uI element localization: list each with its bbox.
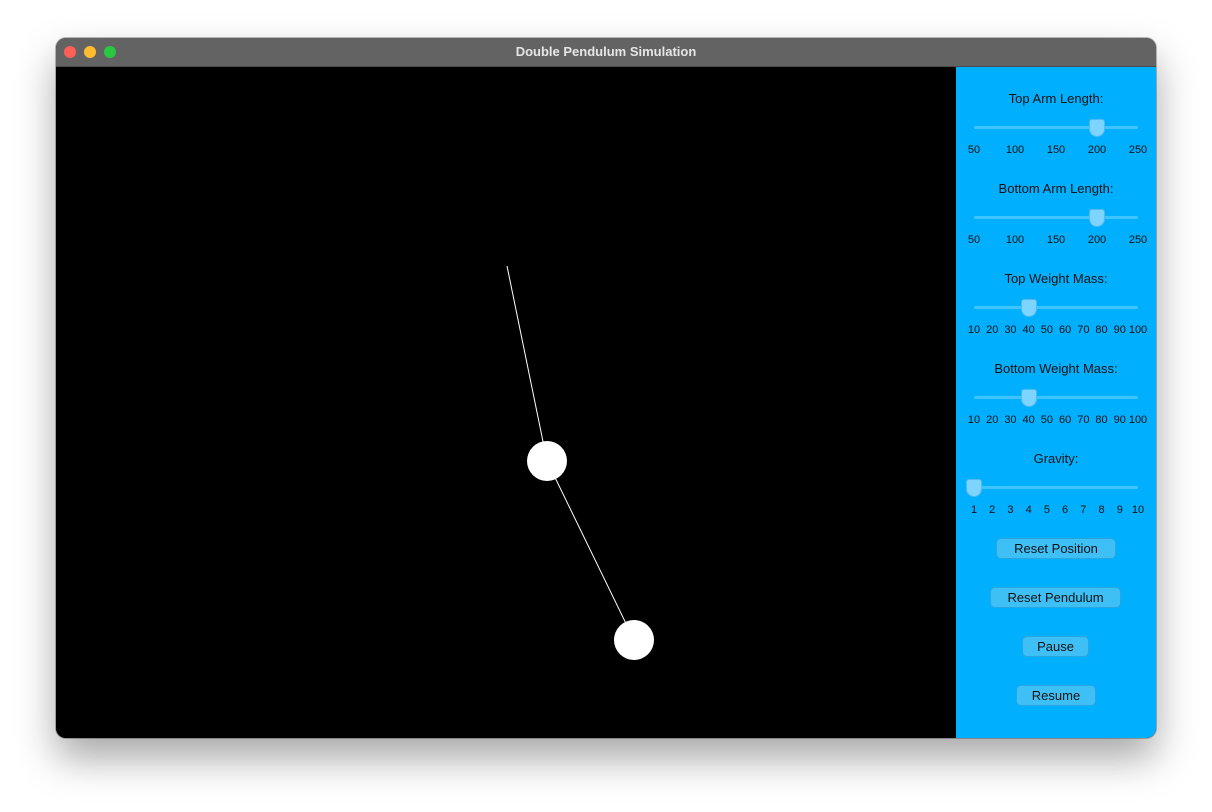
- gravity-tick-label: 2: [989, 504, 996, 516]
- gravity-tick-label: 10: [1131, 504, 1145, 516]
- top-arm-length-tick-label: 250: [1128, 144, 1148, 156]
- gravity-tick-label: 3: [1007, 504, 1014, 516]
- top-weight-mass-label: Top Weight Mass:: [1004, 271, 1108, 286]
- bottom-arm-length-slider[interactable]: [974, 216, 1138, 219]
- bottom-weight-mass-slider-thumb[interactable]: [1020, 389, 1037, 407]
- bottom-weight-mass-tick-label: 50: [1040, 414, 1053, 426]
- control-panel: Top Arm Length: 50 100 150 200 250 Bottom Arm …: [956, 67, 1156, 738]
- gravity-slider-thumb[interactable]: [966, 479, 982, 497]
- title-bar: Double Pendulum Simulation: [56, 38, 1156, 67]
- bottom-arm-length-tick-label: 150: [1046, 234, 1066, 246]
- reset-position-button[interactable]: Reset Position: [996, 538, 1116, 559]
- bottom-weight-mass-tick-label: 30: [1004, 414, 1017, 426]
- bottom-arm-length-tick-label: 250: [1128, 234, 1148, 246]
- bottom-weight-mass-tick-label: 10: [967, 414, 981, 426]
- top-arm-length-tick-label: 150: [1046, 144, 1066, 156]
- bottom-arm-length-tick-label: 100: [1005, 234, 1025, 246]
- bottom-arm-length-tick-label: 50: [967, 234, 981, 246]
- gravity-tick-label: 5: [1043, 504, 1050, 516]
- bottom-weight-mass-tick-label: 20: [986, 414, 999, 426]
- pause-button[interactable]: Pause: [1022, 636, 1089, 657]
- bottom-weight-mass-slider[interactable]: [974, 396, 1138, 399]
- top-weight-mass-tick-label: 10: [967, 324, 981, 336]
- bottom-weight-mass-tick-label: 90: [1113, 414, 1126, 426]
- bottom-arm-length-label: Bottom Arm Length:: [998, 181, 1114, 196]
- gravity-tick-label: 8: [1098, 504, 1105, 516]
- bottom-weight-mass-tick-label: 60: [1058, 414, 1072, 426]
- pendulum-drawing: [506, 265, 654, 660]
- top-weight-mass-slider[interactable]: [974, 306, 1138, 309]
- simulation-canvas: [56, 67, 956, 738]
- top-arm: [506, 265, 548, 462]
- top-weight-mass-tick-label: 90: [1113, 324, 1126, 336]
- bottom-weight: [614, 620, 654, 660]
- bottom-weight-mass-tick-label: 40: [1022, 414, 1035, 426]
- top-weight-mass-tick-label: 50: [1040, 324, 1053, 336]
- bottom-weight-mass-tick-label: 70: [1077, 414, 1090, 426]
- top-weight-mass-tick-label: 100: [1128, 324, 1148, 336]
- gravity-tick-label: 9: [1116, 504, 1123, 516]
- gravity-slider[interactable]: [974, 486, 1138, 489]
- bottom-weight-mass-tick-label: 100: [1128, 414, 1148, 426]
- bottom-arm: [546, 460, 635, 641]
- gravity-tick-label: 1: [970, 504, 978, 516]
- top-arm-length-tick-label: 50: [967, 144, 981, 156]
- top-weight-mass-tick-label: 30: [1004, 324, 1017, 336]
- top-arm-length-tick-label: 100: [1005, 144, 1025, 156]
- gravity-label: Gravity:: [1033, 451, 1079, 466]
- top-weight-mass-slider-thumb[interactable]: [1020, 299, 1037, 317]
- bottom-arm-length-slider-thumb[interactable]: [1089, 209, 1105, 227]
- top-weight-mass-tick-label: 40: [1022, 324, 1035, 336]
- resume-button[interactable]: Resume: [1016, 685, 1096, 706]
- app-window: Double Pendulum Simulation Top Arm Lengt…: [56, 38, 1156, 738]
- top-weight: [527, 441, 567, 481]
- reset-pendulum-button[interactable]: Reset Pendulum: [990, 587, 1121, 608]
- gravity-tick-label: 4: [1025, 504, 1032, 516]
- top-weight-mass-tick-label: 80: [1095, 324, 1108, 336]
- top-arm-length-label: Top Arm Length:: [1008, 91, 1104, 106]
- bottom-weight-mass-tick-label: 80: [1095, 414, 1108, 426]
- top-arm-length-slider[interactable]: [974, 126, 1138, 129]
- window-title: Double Pendulum Simulation: [515, 44, 697, 59]
- gravity-tick-label: 6: [1062, 504, 1069, 516]
- top-weight-mass-tick-label: 20: [986, 324, 999, 336]
- top-weight-mass-tick-label: 70: [1077, 324, 1090, 336]
- bottom-weight-mass-label: Bottom Weight Mass:: [994, 361, 1118, 376]
- gravity-tick-label: 7: [1080, 504, 1087, 516]
- top-arm-length-slider-thumb[interactable]: [1089, 119, 1105, 137]
- bottom-arm-length-tick-label: 200: [1087, 234, 1107, 246]
- top-weight-mass-tick-label: 60: [1058, 324, 1072, 336]
- top-arm-length-tick-label: 200: [1087, 144, 1107, 156]
